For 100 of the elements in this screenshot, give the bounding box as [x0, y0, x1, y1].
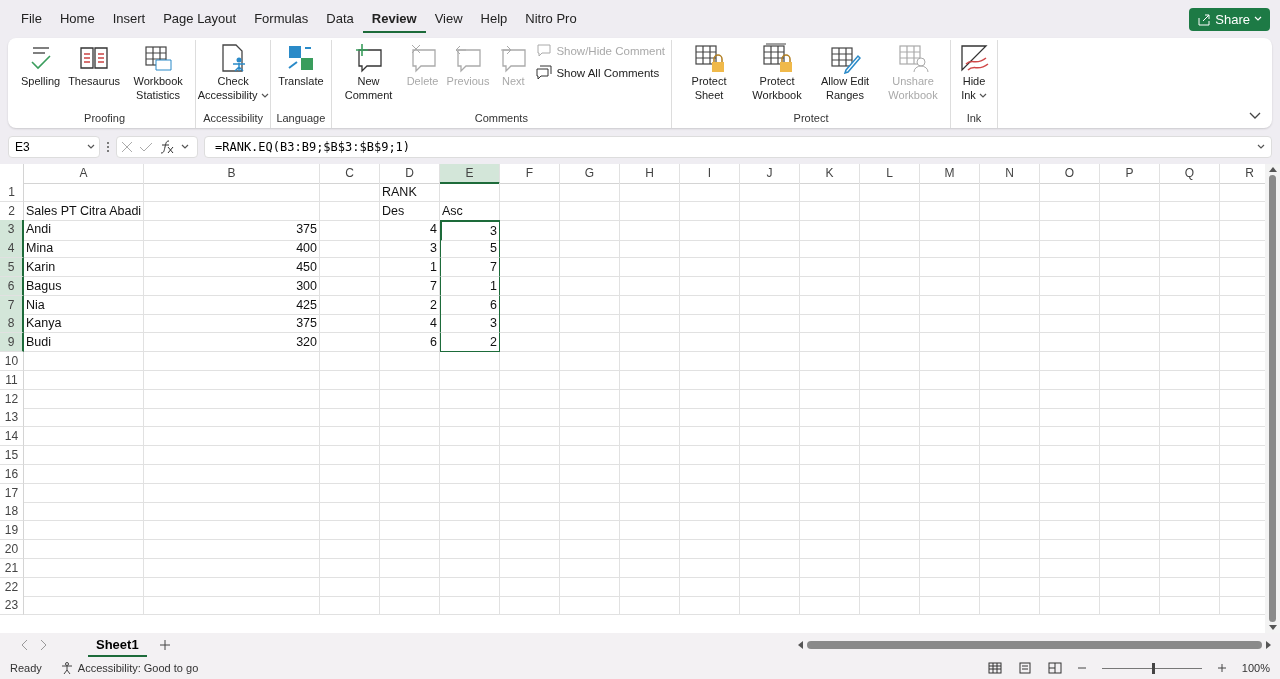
next-sheet-icon[interactable]: [40, 639, 48, 651]
row-header[interactable]: 1: [0, 182, 24, 202]
column-header[interactable]: B: [144, 164, 320, 184]
ribbon-button[interactable]: Workbook Statistics: [125, 40, 192, 110]
menu-tab[interactable]: File: [12, 5, 51, 33]
scroll-left-icon[interactable]: [797, 641, 803, 649]
ribbon-button[interactable]: Hide Ink: [955, 40, 994, 110]
menu-tab[interactable]: Review: [362, 5, 426, 33]
ribbon-button[interactable]: Thesaurus: [65, 40, 124, 110]
menu-tab[interactable]: Nitro Pro: [516, 5, 586, 33]
empty-cell: [620, 427, 680, 447]
column-header[interactable]: M: [920, 164, 980, 184]
vertical-scrollbar[interactable]: [1265, 164, 1280, 633]
empty-cell: [860, 577, 920, 597]
column-header[interactable]: Q: [1160, 164, 1220, 184]
formula-field[interactable]: =RANK.EQ(B3:B9;$B$3:$B$9;1): [204, 136, 1272, 158]
ribbon-button[interactable]: Allow Edit Ranges: [812, 40, 879, 110]
row-header[interactable]: 4: [0, 239, 24, 259]
column-header[interactable]: K: [800, 164, 860, 184]
previous-sheet-icon[interactable]: [20, 639, 28, 651]
column-header[interactable]: H: [620, 164, 680, 184]
empty-cell: [1040, 182, 1100, 202]
empty-cell: [740, 295, 800, 315]
empty-cell: [320, 258, 380, 277]
empty-cell: [620, 464, 680, 484]
empty-cell: [740, 464, 800, 484]
empty-cell: [440, 483, 500, 503]
ribbon-button[interactable]: Protect Workbook: [744, 40, 811, 110]
menu-tab[interactable]: Data: [317, 5, 363, 33]
table-lock-icon: [761, 42, 794, 74]
menu-tab[interactable]: Page Layout: [154, 5, 246, 33]
column-header[interactable]: P: [1100, 164, 1160, 184]
zoom-level[interactable]: 100%: [1241, 662, 1270, 674]
menu-tab[interactable]: View: [425, 5, 472, 33]
cell: 2: [440, 333, 500, 353]
empty-cell: [440, 370, 500, 390]
empty-cell: [680, 333, 740, 353]
empty-cell: [860, 408, 920, 428]
column-header[interactable]: E: [440, 164, 500, 184]
column-header[interactable]: J: [740, 164, 800, 184]
column-header[interactable]: A: [24, 164, 144, 184]
add-sheet-icon[interactable]: [158, 639, 171, 651]
empty-cell: [680, 201, 740, 221]
cell: 7: [380, 276, 440, 296]
empty-cell: [1100, 295, 1160, 315]
column-header[interactable]: D: [380, 164, 440, 184]
row-header[interactable]: 14: [0, 427, 24, 447]
ribbon-button[interactable]: Translate: [275, 40, 327, 110]
empty-cell: [800, 351, 860, 371]
column-header[interactable]: L: [860, 164, 920, 184]
empty-cell: [980, 351, 1040, 371]
ribbon-button[interactable]: Protect Sheet: [676, 40, 743, 110]
row-header[interactable]: 23: [0, 596, 24, 616]
ribbon-button[interactable]: Show All Comments: [534, 64, 668, 82]
empty-cell: [320, 351, 380, 371]
scroll-up-icon[interactable]: [1268, 166, 1277, 172]
empty-cell: [860, 370, 920, 390]
scroll-down-icon[interactable]: [1268, 625, 1277, 631]
column-header[interactable]: F: [500, 164, 560, 184]
menu-tab[interactable]: Formulas: [245, 5, 318, 33]
accessibility-status[interactable]: Accessibility: Good to go: [77, 662, 199, 674]
row-header[interactable]: 13: [0, 408, 24, 428]
empty-cell: [440, 445, 500, 465]
empty-cell: [1040, 201, 1100, 221]
empty-cell: [380, 596, 440, 616]
row-header[interactable]: 8: [0, 314, 24, 334]
column-header[interactable]: O: [1040, 164, 1100, 184]
ribbon-button[interactable]: New Comment: [335, 40, 402, 110]
empty-cell: [680, 502, 740, 522]
share-button[interactable]: Share: [1189, 7, 1270, 31]
column-header[interactable]: I: [680, 164, 740, 184]
row-header[interactable]: 3: [0, 220, 24, 242]
ribbon-button[interactable]: Check Accessibility: [200, 40, 267, 110]
empty-cell: [560, 276, 620, 296]
empty-cell: [560, 370, 620, 390]
empty-cell: [920, 370, 980, 390]
empty-cell: [620, 577, 680, 597]
menu-tab[interactable]: Help: [471, 5, 517, 33]
zoom-out-icon[interactable]: [1077, 664, 1086, 672]
empty-cell: [800, 558, 860, 578]
empty-cell: [560, 502, 620, 522]
row-header[interactable]: 19: [0, 521, 24, 541]
name-box[interactable]: E3: [8, 136, 100, 158]
column-header[interactable]: C: [320, 164, 380, 184]
row-header[interactable]: 9: [0, 333, 24, 353]
column-header[interactable]: N: [980, 164, 1040, 184]
menu-tab[interactable]: Insert: [103, 5, 155, 33]
empty-cell: [440, 427, 500, 447]
empty-cell: [800, 427, 860, 447]
ribbon-button[interactable]: Spelling: [18, 40, 64, 110]
column-header[interactable]: G: [560, 164, 620, 184]
caret-icon: [1257, 144, 1265, 150]
zoom-in-icon[interactable]: [1217, 664, 1226, 672]
row-header[interactable]: 18: [0, 502, 24, 522]
scroll-right-icon[interactable]: [1266, 641, 1272, 649]
plus-icon: [1217, 664, 1226, 672]
menu-tab[interactable]: Home: [50, 5, 104, 33]
horizontal-scrollbar[interactable]: [797, 641, 1272, 649]
empty-cell: [440, 577, 500, 597]
empty-cell: [920, 258, 980, 277]
